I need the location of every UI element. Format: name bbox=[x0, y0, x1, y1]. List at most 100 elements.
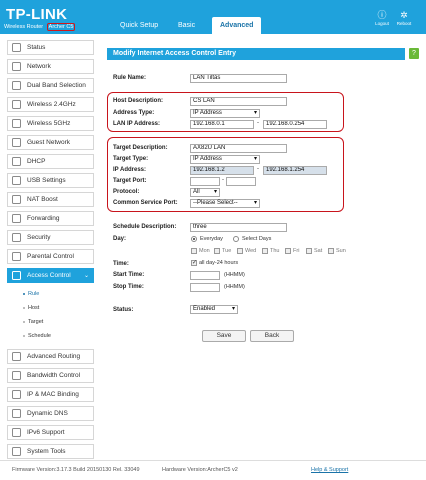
save-button[interactable]: Save bbox=[202, 330, 246, 342]
stop-time-hint: (HHMM) bbox=[224, 284, 245, 290]
day-label-fri: Fri bbox=[293, 248, 300, 254]
sidebar-item-dual-band[interactable]: Dual Band Selection bbox=[7, 78, 94, 93]
target-type-select[interactable]: IP Address bbox=[190, 155, 260, 164]
tab-basic[interactable]: Basic bbox=[170, 17, 203, 34]
firmware-version: Firmware Version:3.17.3 Build 20150130 R… bbox=[12, 467, 140, 473]
sidebar: Status Network Dual Band Selection Wirel… bbox=[7, 40, 94, 463]
reboot-icon: ✲ bbox=[400, 10, 408, 20]
sidebar-item-forwarding[interactable]: Forwarding bbox=[7, 211, 94, 226]
target-ip-end-input[interactable]: 192.168.1.254 bbox=[263, 166, 327, 175]
sidebar-item-usb[interactable]: USB Settings bbox=[7, 173, 94, 188]
day-checkbox-mon[interactable] bbox=[191, 248, 197, 254]
binding-icon bbox=[12, 390, 21, 399]
common-service-port-select[interactable]: --Please Select-- bbox=[190, 199, 260, 208]
schedule-description-input[interactable]: three bbox=[190, 223, 287, 232]
protocol-label: Protocol: bbox=[113, 189, 140, 195]
target-description-label: Target Description: bbox=[113, 145, 168, 151]
all-day-label: all day-24 hours bbox=[199, 260, 239, 266]
target-type-label: Target Type: bbox=[113, 156, 149, 162]
day-checkbox-fri[interactable] bbox=[285, 248, 291, 254]
status-select[interactable]: Enabled bbox=[190, 305, 238, 314]
host-description-input[interactable]: CS LAN bbox=[190, 97, 287, 106]
reboot-button[interactable]: ✲ Reboot bbox=[393, 10, 415, 26]
usb-icon bbox=[12, 176, 21, 185]
sidebar-item-access-control[interactable]: Access Control ⌄ bbox=[7, 268, 94, 283]
help-support-link[interactable]: Help & Support bbox=[311, 467, 348, 473]
day-checkbox-sun[interactable] bbox=[328, 248, 334, 254]
logout-button[interactable]: ⓘ Logout bbox=[371, 10, 393, 26]
lan-ip-start-input[interactable]: 192.168.0.1 bbox=[190, 120, 254, 129]
day-checkbox-sat[interactable] bbox=[306, 248, 312, 254]
access-control-icon bbox=[12, 271, 21, 280]
nat-icon bbox=[12, 195, 21, 204]
everyday-radio[interactable] bbox=[191, 236, 197, 242]
sidebar-item-parental[interactable]: Parental Control bbox=[7, 249, 94, 264]
host-address-type-select[interactable]: IP Address bbox=[190, 109, 260, 118]
top-header: TP-LINK Wireless Router Archer C5 Quick … bbox=[0, 0, 426, 34]
tab-quick-setup[interactable]: Quick Setup bbox=[112, 17, 166, 34]
lan-ip-label: LAN IP Address: bbox=[113, 121, 161, 127]
sidebar-subitem-target[interactable]: Target bbox=[7, 315, 94, 329]
sidebar-item-label: Bandwidth Control bbox=[27, 372, 81, 379]
sidebar-item-label: System Tools bbox=[27, 448, 66, 455]
sidebar-item-label: Access Control bbox=[27, 272, 71, 279]
target-description-input[interactable]: AX82U LAN bbox=[190, 144, 287, 153]
sidebar-subitem-host[interactable]: Host bbox=[7, 301, 94, 315]
select-days-label: Select Days bbox=[242, 236, 272, 242]
parental-icon bbox=[12, 252, 21, 261]
rule-name-input[interactable]: LAN Tiltás bbox=[190, 74, 287, 83]
common-service-port-label: Common Service Port: bbox=[113, 200, 178, 206]
day-label: Day: bbox=[113, 236, 127, 242]
stop-time-input[interactable] bbox=[190, 283, 220, 292]
sidebar-item-label: Network bbox=[27, 63, 51, 70]
all-day-checkbox[interactable] bbox=[191, 259, 197, 266]
back-button[interactable]: Back bbox=[250, 330, 294, 342]
sidebar-item-label: Advanced Routing bbox=[27, 353, 81, 360]
sidebar-item-network[interactable]: Network bbox=[7, 59, 94, 74]
target-port-start-input[interactable] bbox=[190, 177, 220, 186]
sidebar-item-advanced-routing[interactable]: Advanced Routing bbox=[7, 349, 94, 364]
sidebar-subitem-rule[interactable]: Rule bbox=[7, 287, 94, 301]
target-port-end-input[interactable] bbox=[226, 177, 256, 186]
lan-ip-end-input[interactable]: 192.168.0.254 bbox=[263, 120, 327, 129]
sidebar-item-label: Dynamic DNS bbox=[27, 410, 68, 417]
sidebar-item-system-tools[interactable]: System Tools bbox=[7, 444, 94, 459]
sidebar-item-label: Security bbox=[27, 234, 51, 241]
bandwidth-icon bbox=[12, 371, 21, 380]
day-label-sat: Sat bbox=[314, 248, 323, 254]
sidebar-subitem-schedule[interactable]: Schedule bbox=[7, 329, 94, 343]
start-time-hint: (HHMM) bbox=[224, 272, 245, 278]
day-checkbox-tue[interactable] bbox=[214, 248, 220, 254]
tab-advanced[interactable]: Advanced bbox=[212, 17, 261, 34]
routing-icon bbox=[12, 352, 21, 361]
start-time-input[interactable] bbox=[190, 271, 220, 280]
reboot-label: Reboot bbox=[396, 21, 412, 26]
day-checkbox-wed[interactable] bbox=[237, 248, 243, 254]
sidebar-item-ddns[interactable]: Dynamic DNS bbox=[7, 406, 94, 421]
sidebar-item-security[interactable]: Security bbox=[7, 230, 94, 245]
sidebar-item-wireless-24[interactable]: Wireless 2.4GHz bbox=[7, 97, 94, 112]
sidebar-item-wireless-5[interactable]: Wireless 5GHz bbox=[7, 116, 94, 131]
day-checkbox-thu[interactable] bbox=[262, 248, 268, 254]
tp-link-logo: TP-LINK bbox=[6, 6, 68, 23]
dual-band-icon bbox=[12, 81, 21, 90]
rule-name-label: Rule Name: bbox=[113, 75, 147, 81]
sidebar-item-nat-boost[interactable]: NAT Boost bbox=[7, 192, 94, 207]
sidebar-item-bandwidth[interactable]: Bandwidth Control bbox=[7, 368, 94, 383]
target-port-label: Target Port: bbox=[113, 178, 147, 184]
sidebar-item-status[interactable]: Status bbox=[7, 40, 94, 55]
help-button[interactable]: ? bbox=[409, 48, 419, 59]
forwarding-icon bbox=[12, 214, 21, 223]
select-days-radio[interactable] bbox=[233, 236, 239, 242]
hardware-version: Hardware Version:ArcherC5 v2 bbox=[162, 467, 238, 473]
tools-icon bbox=[12, 447, 21, 456]
target-ip-start-input[interactable]: 192.168.1.2 bbox=[190, 166, 254, 175]
sidebar-item-dhcp[interactable]: DHCP bbox=[7, 154, 94, 169]
shield-icon bbox=[12, 233, 21, 242]
host-description-label: Host Description: bbox=[113, 98, 164, 104]
sidebar-item-label: NAT Boost bbox=[27, 196, 58, 203]
sidebar-item-ip-mac-binding[interactable]: IP & MAC Binding bbox=[7, 387, 94, 402]
sidebar-item-guest[interactable]: Guest Network bbox=[7, 135, 94, 150]
sidebar-item-ipv6[interactable]: IPv6 Support bbox=[7, 425, 94, 440]
protocol-select[interactable]: All bbox=[190, 188, 220, 197]
